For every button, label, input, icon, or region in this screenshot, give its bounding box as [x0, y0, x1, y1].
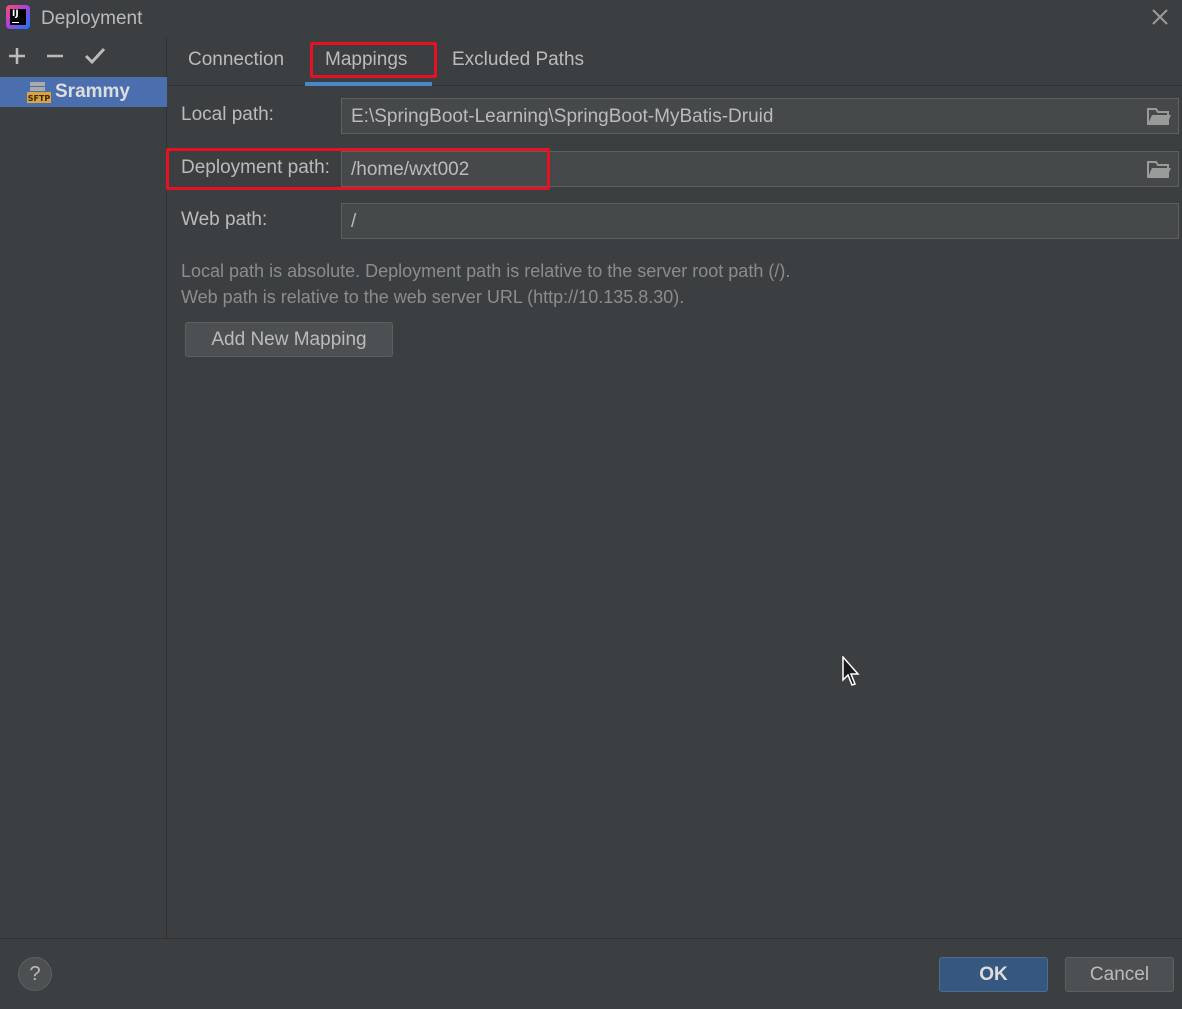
cancel-button[interactable]: Cancel: [1065, 957, 1174, 992]
tab-connection[interactable]: Connection: [188, 49, 284, 71]
ok-button[interactable]: OK: [939, 957, 1048, 992]
server-name: Srammy: [55, 81, 130, 102]
server-item-srammy[interactable]: SFTP Srammy: [0, 77, 167, 107]
deployment-path-label: Deployment path:: [181, 157, 330, 178]
sftp-label: SFTP: [28, 94, 51, 103]
window-title: Deployment: [41, 8, 143, 29]
hint-web-path: Web path is relative to the web server U…: [181, 287, 685, 307]
close-icon[interactable]: [1148, 5, 1172, 29]
deployment-path-field[interactable]: /home/wxt002: [341, 151, 1179, 187]
tab-excluded-paths[interactable]: Excluded Paths: [452, 49, 584, 71]
add-icon[interactable]: [5, 44, 29, 68]
web-path-label: Web path:: [181, 209, 268, 230]
active-tab-indicator: [305, 82, 432, 86]
mouse-cursor-icon: [842, 655, 862, 688]
server-list-panel: [0, 38, 167, 938]
footer-divider: [0, 938, 1182, 939]
folder-icon[interactable]: [1146, 105, 1172, 127]
app-logo-text: IJ: [10, 9, 26, 25]
tab-mappings[interactable]: Mappings: [325, 49, 407, 71]
sftp-server-icon: SFTP: [27, 81, 51, 103]
remove-icon[interactable]: [43, 44, 67, 68]
checkmark-icon[interactable]: [83, 44, 107, 68]
folder-icon[interactable]: [1146, 158, 1172, 180]
app-logo-icon: IJ: [6, 5, 30, 29]
web-path-field[interactable]: /: [341, 203, 1179, 239]
add-new-mapping-button[interactable]: Add New Mapping: [185, 322, 393, 357]
tab-bar: [167, 38, 1182, 86]
local-path-label: Local path:: [181, 104, 274, 125]
title-bar: IJ Deployment: [0, 0, 1182, 38]
local-path-field[interactable]: E:\SpringBoot-Learning\SpringBoot-MyBati…: [341, 98, 1179, 134]
help-icon[interactable]: ?: [18, 957, 52, 991]
hint-local-path: Local path is absolute. Deployment path …: [181, 261, 791, 281]
